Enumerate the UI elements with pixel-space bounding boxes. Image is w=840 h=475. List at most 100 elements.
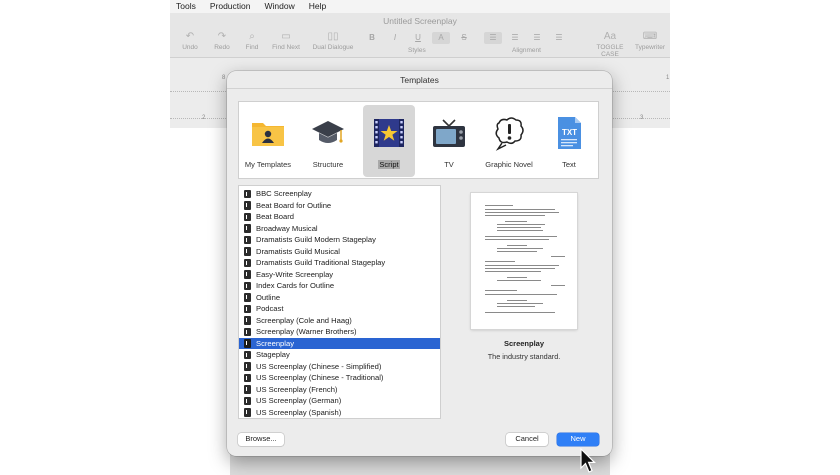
page-margin-right <box>610 128 670 475</box>
template-list-item[interactable]: Easy-Write Screenplay <box>239 269 440 281</box>
template-list-item[interactable]: Screenplay (Cole and Haag) <box>239 315 440 327</box>
template-list-item[interactable]: US Screenplay (French) <box>239 384 440 396</box>
graduation-cap-icon <box>312 121 344 143</box>
case-icon: Aa <box>603 31 617 42</box>
template-name: Screenplay (Warner Brothers) <box>256 327 357 336</box>
redo-label: Redo <box>214 44 230 51</box>
new-button[interactable]: New <box>557 433 599 446</box>
italic-button[interactable]: I <box>386 32 404 44</box>
cancel-button[interactable]: Cancel <box>506 433 548 446</box>
template-name: Beat Board for Outline <box>256 200 332 210</box>
toggle-case-label: TOGGLE CASE <box>596 44 624 58</box>
template-list-item[interactable]: Screenplay (Warner Brothers) <box>239 326 440 338</box>
script-document-icon <box>244 224 251 233</box>
template-name: Dramatists Guild Modern Stageplay <box>256 235 376 244</box>
find-button[interactable]: ⌕ Find <box>240 30 264 51</box>
template-name: US Screenplay (French) <box>256 384 338 394</box>
ruler-mark: 2 <box>202 115 206 121</box>
undo-button[interactable]: ↶ Undo <box>178 30 202 51</box>
template-list-item[interactable]: US Screenplay (Chinese - Simplified) <box>239 361 440 373</box>
template-name: Dramatists Guild Traditional Stageplay <box>256 258 386 267</box>
template-list-item[interactable]: BBC Screenplay <box>239 188 440 200</box>
undo-label: Undo <box>182 44 198 51</box>
align-justify-button[interactable]: ☰ <box>550 32 568 44</box>
align-center-button[interactable]: ☰ <box>506 32 524 44</box>
template-name: BBC Screenplay <box>256 189 312 198</box>
typewriter-button[interactable]: ⌨ Typewriter <box>632 30 668 51</box>
menu-window[interactable]: Window <box>258 0 294 13</box>
template-list-item[interactable]: Screenplay <box>239 337 440 349</box>
template-list-item[interactable]: Podcast <box>239 303 440 315</box>
category-label: My Templates <box>244 160 292 169</box>
template-list-item[interactable]: Dramatists Guild Modern Stageplay <box>239 234 440 246</box>
screen: Tools Production Window Help Untitled Sc… <box>0 0 840 475</box>
menu-help[interactable]: Help <box>303 0 326 13</box>
template-categories: My Templates Structure Script TV Graphic… <box>238 101 599 179</box>
template-name: Index Cards for Outline <box>256 281 335 290</box>
speech-bubble-exclamation-icon <box>495 117 524 151</box>
template-list-item[interactable]: US Screenplay (Spanish) <box>239 407 440 419</box>
align-right-button[interactable]: ☰ <box>528 32 546 44</box>
template-list-item[interactable]: Stageplay <box>239 349 440 361</box>
folder-person-icon <box>252 123 284 146</box>
ruler-mark: 3 <box>640 115 644 121</box>
script-document-icon <box>244 385 251 394</box>
template-list-item[interactable]: Broadway Musical <box>239 223 440 235</box>
template-name: Outline <box>256 292 281 302</box>
menu-tools[interactable]: Tools <box>170 0 196 13</box>
template-list-item[interactable]: Dramatists Guild Musical <box>239 246 440 258</box>
bold-button[interactable]: B <box>363 32 381 44</box>
category-structure[interactable]: Structure <box>302 105 354 177</box>
preview-title: Screenplay <box>503 339 545 348</box>
category-tv[interactable]: TV <box>423 105 475 177</box>
template-list-item[interactable]: Beat Board <box>239 211 440 223</box>
find-label: Find <box>245 44 259 51</box>
strikethrough-button[interactable]: S <box>455 32 473 44</box>
script-document-icon <box>244 396 251 405</box>
templates-dialog: Templates My Templates Structure Script … <box>227 71 612 456</box>
category-text[interactable]: TXT Text <box>543 105 595 177</box>
category-my-templates[interactable]: My Templates <box>242 105 294 177</box>
film-star-icon <box>374 119 404 147</box>
menu-production[interactable]: Production <box>204 0 251 13</box>
find-next-icon: ▭ <box>281 31 291 42</box>
font-style-button[interactable]: A <box>432 32 450 44</box>
template-name: Broadway Musical <box>256 223 318 233</box>
template-name: Screenplay (Cole and Haag) <box>256 315 352 325</box>
template-list-item[interactable]: Dramatists Guild Traditional Stageplay <box>239 257 440 269</box>
template-name: US Screenplay (Chinese - Traditional) <box>256 373 384 382</box>
dialog-title: Templates <box>400 75 439 85</box>
template-name: Screenplay <box>256 338 294 348</box>
script-document-icon <box>244 281 251 290</box>
template-list[interactable]: BBC Screenplay Beat Board for Outline Beat… <box>238 185 441 419</box>
script-document-icon <box>244 304 251 313</box>
redo-icon: ↷ <box>217 31 227 42</box>
toggle-case-button[interactable]: Aa TOGGLE CASE <box>588 30 632 58</box>
script-document-icon <box>244 293 251 302</box>
align-left-button[interactable]: ☰ <box>484 32 502 44</box>
template-list-item[interactable]: US Screenplay (German) <box>239 395 440 407</box>
alignment-section-label: Alignment <box>512 47 541 54</box>
template-list-item[interactable]: US Screenplay (Chinese - Traditional) <box>239 372 440 384</box>
category-label: Graphic Novel <box>485 160 533 169</box>
script-document-icon <box>244 373 251 382</box>
ruler-mark: 1 <box>666 75 670 81</box>
dual-dialogue-label: Dual Dialogue <box>312 44 354 51</box>
template-list-item[interactable]: Outline <box>239 292 440 304</box>
mouse-pointer-icon <box>580 448 596 473</box>
dual-dialogue-button[interactable]: ▯▯ Dual Dialogue <box>309 30 357 51</box>
script-document-icon <box>244 235 251 244</box>
category-graphic-novel[interactable]: Graphic Novel <box>483 105 535 177</box>
ruler-mark: 8 <box>222 75 226 81</box>
redo-button[interactable]: ↷ Redo <box>210 30 234 51</box>
template-list-item[interactable]: Beat Board for Outline <box>239 200 440 212</box>
template-name: US Screenplay (Chinese - Simplified) <box>256 361 382 371</box>
find-next-button[interactable]: ▭ Find Next <box>269 30 303 51</box>
underline-button[interactable]: U <box>409 32 427 44</box>
template-list-item[interactable]: Index Cards for Outline <box>239 280 440 292</box>
script-document-icon <box>244 201 251 210</box>
undo-icon: ↶ <box>185 31 195 42</box>
browse-button[interactable]: Browse... <box>238 433 284 446</box>
script-document-icon <box>244 189 251 198</box>
category-script[interactable]: Script <box>363 105 415 177</box>
